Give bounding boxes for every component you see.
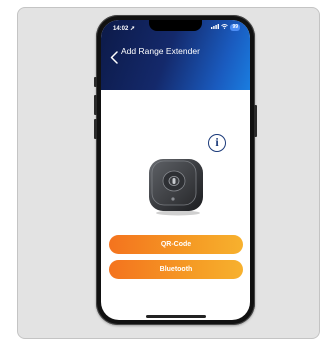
info-icon[interactable]: i — [208, 134, 226, 152]
app-header: 14:02 ➚ 99 Add Range Extender — [101, 20, 250, 90]
chevron-left-icon — [110, 50, 118, 64]
qr-code-button[interactable]: QR-Code — [109, 235, 243, 254]
volume-up-button — [94, 95, 97, 115]
home-indicator[interactable] — [146, 315, 206, 318]
back-button[interactable] — [108, 49, 120, 65]
camera-notch — [149, 20, 202, 31]
mute-switch — [94, 77, 97, 87]
range-extender-image — [149, 159, 203, 216]
wifi-icon — [221, 24, 229, 31]
volume-down-button — [94, 119, 97, 139]
signal-icon — [211, 24, 220, 31]
status-time: 14:02 ➚ — [113, 26, 136, 32]
location-icon: ➚ — [130, 26, 136, 32]
status-icons: 99 — [211, 24, 240, 31]
battery-icon: 99 — [230, 24, 240, 31]
bluetooth-button[interactable]: Bluetooth — [109, 260, 243, 279]
page-title: Add Range Extender — [121, 46, 200, 56]
power-button — [254, 105, 257, 137]
